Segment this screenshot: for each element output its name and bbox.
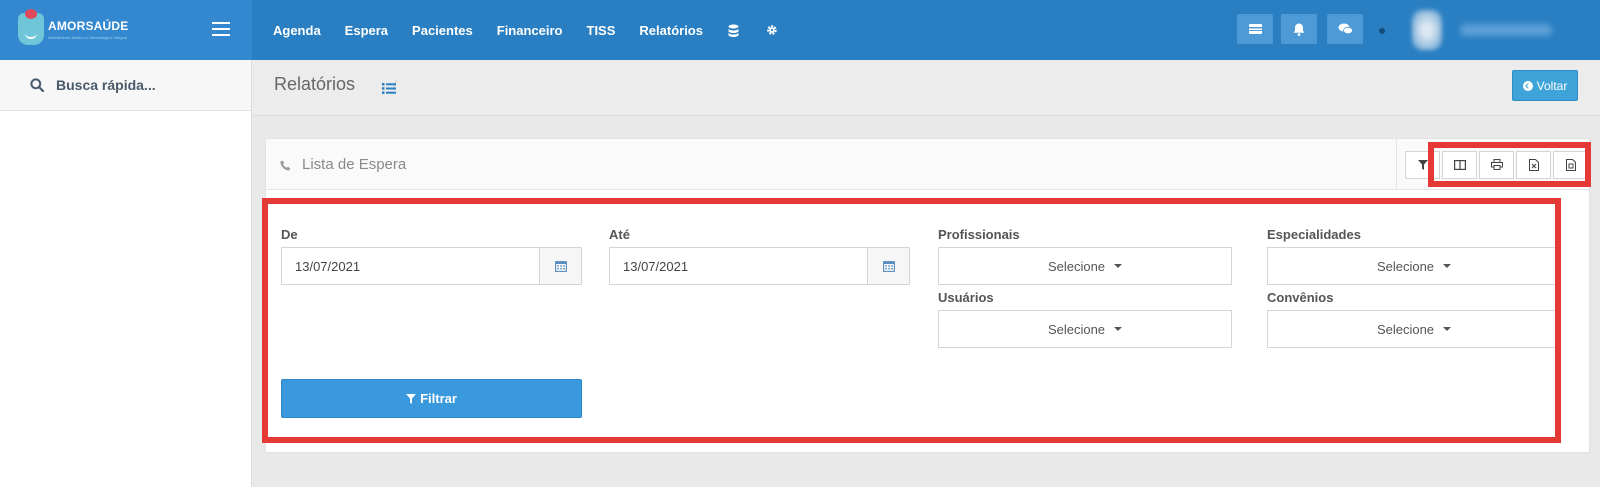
filter-toggle-button[interactable]	[1405, 150, 1440, 179]
especialidades-select[interactable]: Selecione	[1267, 247, 1561, 285]
nav-item-financeiro[interactable]: Financeiro	[497, 23, 563, 38]
calendar-icon[interactable]	[867, 248, 909, 284]
filter-icon	[406, 393, 417, 404]
columns-button[interactable]	[1442, 150, 1477, 179]
gear-icon[interactable]	[765, 24, 779, 36]
quick-search-label: Busca rápida...	[56, 77, 156, 93]
convenios-label: Convênios	[1267, 290, 1334, 305]
nav-item-agenda[interactable]: Agenda	[273, 23, 321, 38]
convenios-select-value: Selecione	[1376, 321, 1435, 337]
caret-down-icon	[1443, 327, 1452, 331]
pdf-export-button[interactable]	[1553, 150, 1588, 179]
profissionais-select[interactable]: Selecione	[938, 247, 1232, 285]
status-dot	[1379, 28, 1385, 34]
chat-icon	[1338, 23, 1353, 35]
brand-tagline: Atendimento Médico e Odontológico Integr…	[48, 34, 127, 40]
logo-heart-icon	[18, 9, 44, 45]
usuarios-label: Usuários	[938, 290, 994, 305]
nav-item-relatorios[interactable]: Relatórios	[639, 23, 703, 38]
avatar[interactable]	[1412, 10, 1442, 50]
filter-button-label: Filtrar	[420, 391, 457, 406]
ate-date-input[interactable]: 13/07/2021	[609, 247, 910, 285]
notifications-button[interactable]	[1281, 14, 1317, 44]
panel-title: Lista de Espera	[302, 156, 407, 173]
search-icon	[30, 78, 44, 92]
brand-name: AMORSAÚDE	[48, 18, 129, 33]
menu-toggle-icon[interactable]	[212, 22, 230, 36]
database-icon[interactable]	[727, 24, 741, 37]
ate-date-value: 13/07/2021	[623, 258, 689, 274]
phone-icon	[280, 158, 291, 176]
report-panel: Lista de Espera De 13/07/2021 Até 13/07/…	[265, 138, 1590, 453]
nav-item-espera[interactable]: Espera	[345, 23, 388, 38]
panel-header: Lista de Espera	[266, 139, 1589, 190]
panel-toolbar	[1396, 139, 1590, 190]
sidebar: Busca rápida...	[0, 60, 252, 487]
brand-area: AMORSAÚDE Atendimento Médico e Odontológ…	[0, 0, 252, 60]
page-title: Relatórios	[274, 74, 356, 94]
profissionais-select-value: Selecione	[1047, 258, 1106, 274]
quick-search[interactable]: Busca rápida...	[0, 60, 251, 111]
convenios-select[interactable]: Selecione	[1267, 310, 1561, 348]
caret-down-icon	[1114, 327, 1123, 331]
top-navbar: AMORSAÚDE Atendimento Médico e Odontológ…	[0, 0, 1600, 60]
card-button[interactable]	[1237, 14, 1273, 44]
de-date-value: 13/07/2021	[295, 258, 361, 274]
columns-icon	[1453, 159, 1466, 170]
excel-export-button[interactable]	[1516, 150, 1551, 179]
de-date-input[interactable]: 13/07/2021	[281, 247, 582, 285]
calendar-icon[interactable]	[539, 248, 581, 284]
user-name[interactable]	[1460, 24, 1552, 36]
filter-icon	[1417, 159, 1428, 170]
main-nav: Agenda Espera Pacientes Financeiro TISS …	[273, 0, 803, 60]
excel-icon	[1528, 158, 1539, 171]
print-button[interactable]	[1479, 150, 1514, 179]
ate-label: Até	[609, 227, 630, 242]
caret-down-icon	[1114, 264, 1123, 268]
print-icon	[1490, 159, 1503, 170]
especialidades-select-value: Selecione	[1376, 258, 1435, 274]
especialidades-label: Especialidades	[1267, 227, 1361, 242]
list-icon[interactable]	[382, 81, 396, 99]
nav-item-tiss[interactable]: TISS	[587, 23, 616, 38]
caret-down-icon	[1443, 264, 1452, 268]
card-icon	[1248, 24, 1262, 34]
usuarios-select-value: Selecione	[1047, 321, 1106, 337]
back-button-label: Voltar	[1536, 78, 1568, 93]
logo[interactable]: AMORSAÚDE Atendimento Médico e Odontológ…	[18, 9, 129, 45]
bell-icon	[1293, 23, 1305, 36]
back-button[interactable]: Voltar	[1512, 70, 1578, 101]
usuarios-select[interactable]: Selecione	[938, 310, 1232, 348]
arrow-left-circle-icon	[1522, 80, 1533, 91]
profissionais-label: Profissionais	[938, 227, 1020, 242]
filter-button[interactable]: Filtrar	[281, 379, 582, 418]
content-header: Relatórios / Voltar	[252, 60, 1600, 116]
chat-button[interactable]	[1327, 14, 1363, 44]
nav-item-pacientes[interactable]: Pacientes	[412, 23, 473, 38]
pdf-icon	[1565, 158, 1576, 171]
de-label: De	[281, 227, 298, 242]
